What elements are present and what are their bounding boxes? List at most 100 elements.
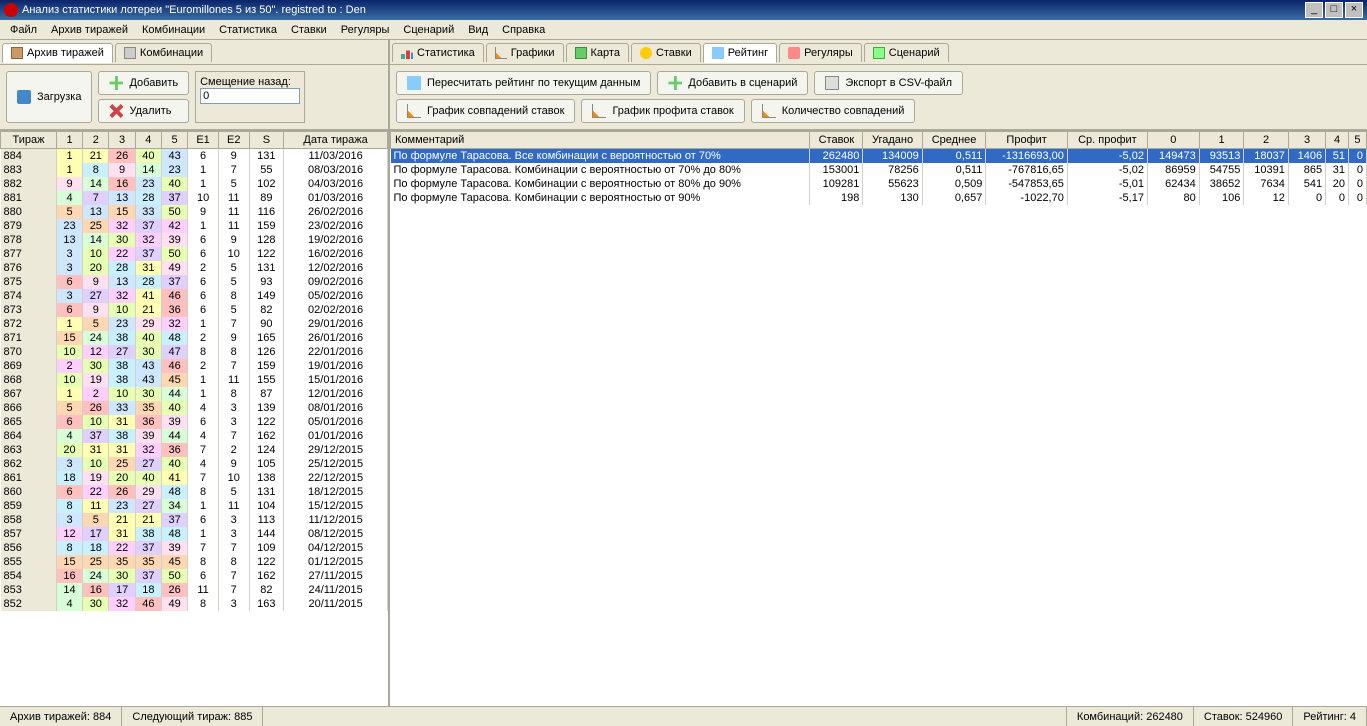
draw-row[interactable]: 858352121376311311/12/2015 bbox=[1, 513, 388, 527]
right-toolbar: Пересчитать рейтинг по текущим даннымДоб… bbox=[390, 65, 1367, 130]
col-Ставок[interactable]: Ставок bbox=[810, 132, 863, 149]
rating-row[interactable]: По формуле Тарасова. Комбинации с вероят… bbox=[391, 163, 1367, 177]
draw-row[interactable]: 8692303843462715919/01/2016 bbox=[1, 359, 388, 373]
col-1[interactable]: 1 bbox=[56, 132, 82, 149]
col-Ср. профит[interactable]: Ср. профит bbox=[1067, 132, 1147, 149]
draw-row[interactable]: 87115243840482916526/01/2016 bbox=[1, 331, 388, 345]
rating-row[interactable]: По формуле Тарасова. Комбинации с вероят… bbox=[391, 177, 1367, 191]
col-4[interactable]: 4 bbox=[135, 132, 161, 149]
col-2[interactable]: 2 bbox=[1244, 132, 1289, 149]
col-Комментарий[interactable]: Комментарий bbox=[391, 132, 810, 149]
col-3[interactable]: 3 bbox=[109, 132, 135, 149]
draw-row[interactable]: 879232532374211115923/02/2016 bbox=[1, 219, 388, 233]
col-Среднее[interactable]: Среднее bbox=[922, 132, 986, 149]
delete-button[interactable]: Удалить bbox=[98, 99, 189, 123]
draw-row[interactable]: 8763202831492513112/02/2016 bbox=[1, 261, 388, 275]
button-Добавить в сценарий[interactable]: Добавить в сценарий bbox=[657, 71, 808, 95]
draw-row[interactable]: 85416243037506716227/11/2015 bbox=[1, 569, 388, 583]
draw-row[interactable]: 8743273241466814905/02/2016 bbox=[1, 289, 388, 303]
left-tabs: Архив тиражей Комбинации bbox=[0, 40, 388, 65]
draw-row[interactable]: 86712103044188712/01/2016 bbox=[1, 387, 388, 401]
menu-Статистика[interactable]: Статистика bbox=[213, 22, 283, 38]
col-2[interactable]: 2 bbox=[83, 132, 109, 149]
rating-row[interactable]: По формуле Тарасова. Все комбинации с ве… bbox=[391, 149, 1367, 164]
draw-row[interactable]: 87569132837659309/02/2016 bbox=[1, 275, 388, 289]
col-3[interactable]: 3 bbox=[1288, 132, 1325, 149]
close-button[interactable]: × bbox=[1345, 2, 1363, 18]
col-E1[interactable]: E1 bbox=[188, 132, 219, 149]
menu-Вид[interactable]: Вид bbox=[462, 22, 494, 38]
draw-row[interactable]: 85314161718261178224/11/2015 bbox=[1, 583, 388, 597]
draw-row[interactable]: 8841212640436913111/03/2016 bbox=[1, 149, 388, 164]
draw-row[interactable]: 8644373839444716201/01/2016 bbox=[1, 429, 388, 443]
col-0[interactable]: 0 bbox=[1147, 132, 1199, 149]
draw-row[interactable]: 8814713283710118901/03/2016 bbox=[1, 191, 388, 205]
tab-Сценарий[interactable]: Сценарий bbox=[864, 43, 949, 62]
main-area: Архив тиражей Комбинации Загрузка Добавит… bbox=[0, 40, 1367, 706]
maximize-button[interactable]: □ bbox=[1325, 2, 1343, 18]
rating-grid[interactable]: КомментарийСтавокУгаданоСреднееПрофитСр.… bbox=[390, 130, 1367, 706]
add-button[interactable]: Добавить bbox=[98, 71, 189, 95]
menu-Архив тиражей[interactable]: Архив тиражей bbox=[45, 22, 134, 38]
draw-row[interactable]: 8606222629488513118/12/2015 bbox=[1, 485, 388, 499]
draw-row[interactable]: 8665263335404313908/01/2016 bbox=[1, 401, 388, 415]
tab-Карта[interactable]: Карта bbox=[566, 43, 629, 62]
i-scen-icon bbox=[873, 47, 885, 59]
tab-label: Комбинации bbox=[140, 47, 203, 59]
draw-row[interactable]: 8829141623401510204/03/2016 bbox=[1, 177, 388, 191]
draw-row[interactable]: 8524303246498316320/11/2015 bbox=[1, 597, 388, 611]
menu-Регуляры[interactable]: Регуляры bbox=[335, 22, 396, 38]
offset-input[interactable] bbox=[200, 88, 300, 104]
draw-row[interactable]: 88051315335091111626/02/2016 bbox=[1, 205, 388, 219]
col-Профит[interactable]: Профит bbox=[986, 132, 1068, 149]
col-Угадано[interactable]: Угадано bbox=[863, 132, 922, 149]
draw-row[interactable]: 85515253535458812201/12/2015 bbox=[1, 555, 388, 569]
draw-row[interactable]: 8831891423175508/03/2016 bbox=[1, 163, 388, 177]
tab-Архив тиражей[interactable]: Архив тиражей bbox=[2, 43, 113, 63]
menu-Комбинации[interactable]: Комбинации bbox=[136, 22, 211, 38]
draw-row[interactable]: 8656103136396312205/01/2016 bbox=[1, 415, 388, 429]
col-1[interactable]: 1 bbox=[1199, 132, 1244, 149]
tab-Статистика[interactable]: Статистика bbox=[392, 43, 484, 62]
draw-row[interactable]: 8623102527404910525/12/2015 bbox=[1, 457, 388, 471]
draw-row[interactable]: 8568182237397710904/12/2015 bbox=[1, 541, 388, 555]
draw-row[interactable]: 87010122730478812622/01/2016 bbox=[1, 345, 388, 359]
draw-row[interactable]: 868101938434511115515/01/2016 bbox=[1, 373, 388, 387]
rating-row[interactable]: По формуле Тарасова. Комбинации с вероят… bbox=[391, 191, 1367, 205]
button-График профита ставок[interactable]: График профита ставок bbox=[581, 99, 744, 123]
menu-Справка[interactable]: Справка bbox=[496, 22, 551, 38]
draw-row[interactable]: 86320313132367212429/12/2015 bbox=[1, 443, 388, 457]
menu-Файл[interactable]: Файл bbox=[4, 22, 43, 38]
draw-row[interactable]: 87731022375061012216/02/2016 bbox=[1, 247, 388, 261]
col-4[interactable]: 4 bbox=[1326, 132, 1349, 149]
draw-row[interactable]: 87813143032396912819/02/2016 bbox=[1, 233, 388, 247]
tab-Регуляры[interactable]: Регуляры bbox=[779, 43, 862, 62]
menu-Ставки[interactable]: Ставки bbox=[285, 22, 333, 38]
col-S[interactable]: S bbox=[249, 132, 284, 149]
draw-row[interactable]: 85981123273411110415/12/2015 bbox=[1, 499, 388, 513]
col-5[interactable]: 5 bbox=[1348, 132, 1366, 149]
button-Пересчитать рейтинг по текущим данным[interactable]: Пересчитать рейтинг по текущим данным bbox=[396, 71, 651, 95]
col-Тираж[interactable]: Тираж bbox=[1, 132, 57, 149]
draws-grid[interactable]: Тираж12345E1E2SДата тиража88412126404369… bbox=[0, 130, 388, 706]
col-5[interactable]: 5 bbox=[161, 132, 187, 149]
draw-row[interactable]: 87215232932179029/01/2016 bbox=[1, 317, 388, 331]
i-add-icon bbox=[668, 76, 682, 90]
col-E2[interactable]: E2 bbox=[218, 132, 249, 149]
tab-Рейтинг[interactable]: Рейтинг bbox=[703, 43, 777, 63]
load-button[interactable]: Загрузка bbox=[6, 71, 92, 123]
col-Дата тиража[interactable]: Дата тиража bbox=[284, 132, 388, 149]
button-График совпадений ставок[interactable]: График совпадений ставок bbox=[396, 99, 575, 123]
tab-Графики[interactable]: Графики bbox=[486, 43, 564, 62]
draw-row[interactable]: 861181920404171013822/12/2015 bbox=[1, 471, 388, 485]
tab-Комбинации[interactable]: Комбинации bbox=[115, 43, 212, 62]
button-Экспорт в CSV-файл[interactable]: Экспорт в CSV-файл bbox=[814, 71, 963, 95]
minimize-button[interactable]: _ bbox=[1305, 2, 1323, 18]
tab-label: Ставки bbox=[656, 47, 692, 59]
menu-Сценарий[interactable]: Сценарий bbox=[397, 22, 460, 38]
draw-row[interactable]: 85712173138481314408/12/2015 bbox=[1, 527, 388, 541]
button-Количество совпадений[interactable]: Количество совпадений bbox=[751, 99, 916, 123]
draw-row[interactable]: 87369102136658202/02/2016 bbox=[1, 303, 388, 317]
i-graph-icon bbox=[762, 104, 776, 118]
tab-Ставки[interactable]: Ставки bbox=[631, 43, 701, 62]
